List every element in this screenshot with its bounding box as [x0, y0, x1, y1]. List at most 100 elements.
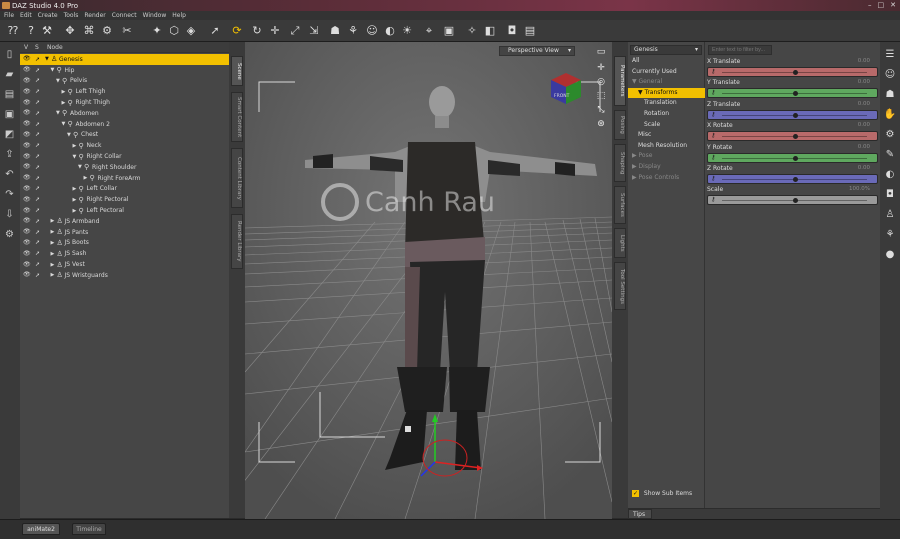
parameter-slider[interactable]: X Rotate 0.00 ⚷: [707, 122, 878, 143]
slider-track[interactable]: ⚷: [707, 174, 878, 184]
show-sub-items-checkbox[interactable]: ✓ Show Sub Items: [632, 490, 692, 497]
visibility-eye-icon[interactable]: 👁: [23, 56, 31, 62]
selectable-icon[interactable]: ➚: [35, 110, 40, 117]
slider-knob[interactable]: [792, 91, 798, 97]
node-select[interactable]: Genesis ▾: [630, 45, 702, 55]
tab-render-library[interactable]: Render Library: [231, 214, 243, 269]
translate-tool-icon[interactable]: ✛: [268, 24, 282, 38]
expand-open-icon[interactable]: ▼: [45, 56, 49, 62]
selectable-icon[interactable]: ➚: [35, 261, 40, 268]
redo-icon[interactable]: ↷: [3, 188, 16, 201]
scale-tool-icon[interactable]: ⤢: [288, 24, 302, 38]
universal-tool-icon[interactable]: ✥: [63, 24, 77, 38]
frame-icon[interactable]: ✛: [595, 62, 607, 74]
visibility-eye-icon[interactable]: 👁: [23, 164, 31, 170]
scene-node-row[interactable]: 👁 ➚ ▼ ⚲ Right Collar: [20, 151, 229, 162]
visibility-eye-icon[interactable]: 👁: [23, 77, 31, 84]
viewport-3d[interactable]: Perspective View ▾ FRONT ▭ ✛ ◎ ⬚ ⤡ ⊛ Can…: [245, 42, 612, 519]
selectable-icon[interactable]: ➚: [35, 196, 40, 203]
pan-icon[interactable]: ⬚: [595, 90, 607, 102]
visibility-eye-icon[interactable]: 👁: [23, 88, 31, 95]
parameter-group-item[interactable]: Currently Used: [628, 67, 705, 78]
scene-node-row[interactable]: 👁 ➚ ▶ ⚲ Neck: [20, 140, 229, 151]
expand-open-icon[interactable]: ▼: [67, 132, 71, 138]
column-node[interactable]: Node: [47, 44, 63, 51]
visibility-eye-icon[interactable]: 👁: [23, 229, 31, 235]
slider-track[interactable]: ⚷: [707, 152, 878, 163]
parameter-group-item[interactable]: ▶ Pose Controls: [628, 173, 705, 184]
scene-node-row[interactable]: 👁 ➚ ▼ ⚲ Pelvis: [20, 76, 229, 87]
slider-knob[interactable]: [792, 198, 798, 204]
scene-node-row[interactable]: 👁 ➚ ▶ ⚲ Left Thigh: [20, 86, 229, 97]
sphere-icon[interactable]: ●: [883, 248, 897, 262]
surface-tool-icon[interactable]: ◐: [383, 24, 397, 38]
slider-knob[interactable]: [792, 155, 798, 161]
selectable-icon[interactable]: ➚: [35, 153, 40, 160]
tab-lights[interactable]: Lights: [614, 228, 626, 258]
parameter-slider[interactable]: Z Translate 0.00 ⚷: [707, 101, 878, 122]
menu-edit[interactable]: Edit: [20, 12, 32, 19]
viewport-options-icon[interactable]: ▭: [595, 46, 607, 58]
menu-file[interactable]: File: [4, 12, 14, 19]
slider-value[interactable]: 0.00: [858, 122, 870, 128]
filter-input[interactable]: [708, 45, 772, 55]
new-icon[interactable]: ▯: [3, 48, 16, 61]
selectable-icon[interactable]: ➚: [35, 229, 40, 236]
column-visible[interactable]: V: [24, 44, 28, 51]
scene-node-row[interactable]: 👁 ➚ ▼ ⚲ Abdomen: [20, 108, 229, 119]
lock-icon[interactable]: ⚷: [711, 68, 715, 75]
expand-closed-icon[interactable]: ▶: [62, 100, 66, 106]
viewport-camera-icon[interactable]: ▣: [442, 24, 456, 38]
visibility-eye-icon[interactable]: 👁: [23, 121, 31, 127]
scene-node-row[interactable]: 👁 ➚ ▶ ♙ JS Vest: [20, 259, 229, 270]
selectable-icon[interactable]: ➚: [35, 272, 40, 279]
weight-tool-icon[interactable]: ✂: [120, 24, 134, 38]
render-settings-icon[interactable]: ✧: [465, 24, 479, 38]
selectable-icon[interactable]: ➚: [35, 185, 40, 192]
pose-icon[interactable]: ☗: [883, 88, 897, 102]
scene-node-row[interactable]: 👁 ➚ ▶ ⚲ Left Collar: [20, 184, 229, 195]
bulb-icon[interactable]: ◐: [883, 168, 897, 182]
save-as-icon[interactable]: ◩: [3, 128, 16, 141]
figure-tool-icon[interactable]: ☺: [365, 24, 379, 38]
slider-track[interactable]: ⚷: [707, 195, 878, 206]
slider-knob[interactable]: [792, 70, 798, 75]
settings-icon[interactable]: ⚙: [3, 228, 16, 241]
expand-closed-icon[interactable]: ▶: [51, 272, 55, 278]
tab-shaping[interactable]: Shaping: [614, 144, 626, 182]
tab-timeline[interactable]: Timeline: [72, 523, 106, 535]
expand-closed-icon[interactable]: ▶: [73, 143, 77, 149]
region-tool-icon[interactable]: ⚘: [346, 24, 360, 38]
view-cube[interactable]: FRONT: [548, 70, 584, 106]
active-pose-icon[interactable]: ↻: [250, 24, 264, 38]
slider-track[interactable]: ⚷: [707, 88, 878, 99]
tab-smart-content[interactable]: Smart Content: [231, 92, 243, 142]
visibility-eye-icon[interactable]: 👁: [23, 99, 31, 106]
visibility-eye-icon[interactable]: 👁: [23, 218, 31, 224]
expand-closed-icon[interactable]: ▶: [51, 229, 55, 235]
selectable-icon[interactable]: ➚: [35, 207, 40, 214]
visibility-eye-icon[interactable]: 👁: [23, 131, 31, 138]
hand-icon[interactable]: ✋: [883, 108, 897, 122]
slider-value[interactable]: 0.00: [858, 101, 870, 107]
tab-animate2[interactable]: aniMate2: [22, 523, 60, 535]
slider-knob[interactable]: [792, 112, 798, 118]
expand-closed-icon[interactable]: ▶: [51, 240, 55, 246]
lock-icon[interactable]: ⚷: [711, 111, 715, 118]
light-tool-icon[interactable]: ☀: [400, 24, 414, 38]
scene-node-row[interactable]: 👁 ➚ ▼ ⚲ Chest: [20, 130, 229, 141]
menu-create[interactable]: Create: [38, 12, 58, 19]
gear-icon[interactable]: ⚙: [883, 128, 897, 142]
slider-value[interactable]: 100.0%: [849, 186, 870, 192]
selectable-icon[interactable]: ➚: [35, 121, 40, 128]
visibility-eye-icon[interactable]: 👁: [23, 207, 31, 214]
menu-render[interactable]: Render: [84, 12, 105, 19]
camera-icon[interactable]: ◘: [883, 188, 897, 202]
scene-node-row[interactable]: 👁 ➚ ▶ ⚲ Right Pectoral: [20, 194, 229, 205]
selectable-icon[interactable]: ➚: [35, 99, 40, 106]
tab-surfaces[interactable]: Surfaces: [614, 186, 626, 224]
parameter-group-item[interactable]: Mesh Resolution: [628, 141, 705, 152]
merge-icon[interactable]: ▤: [3, 88, 16, 101]
slider-track[interactable]: ⚷: [707, 109, 878, 120]
selectable-icon[interactable]: ➚: [35, 142, 40, 149]
